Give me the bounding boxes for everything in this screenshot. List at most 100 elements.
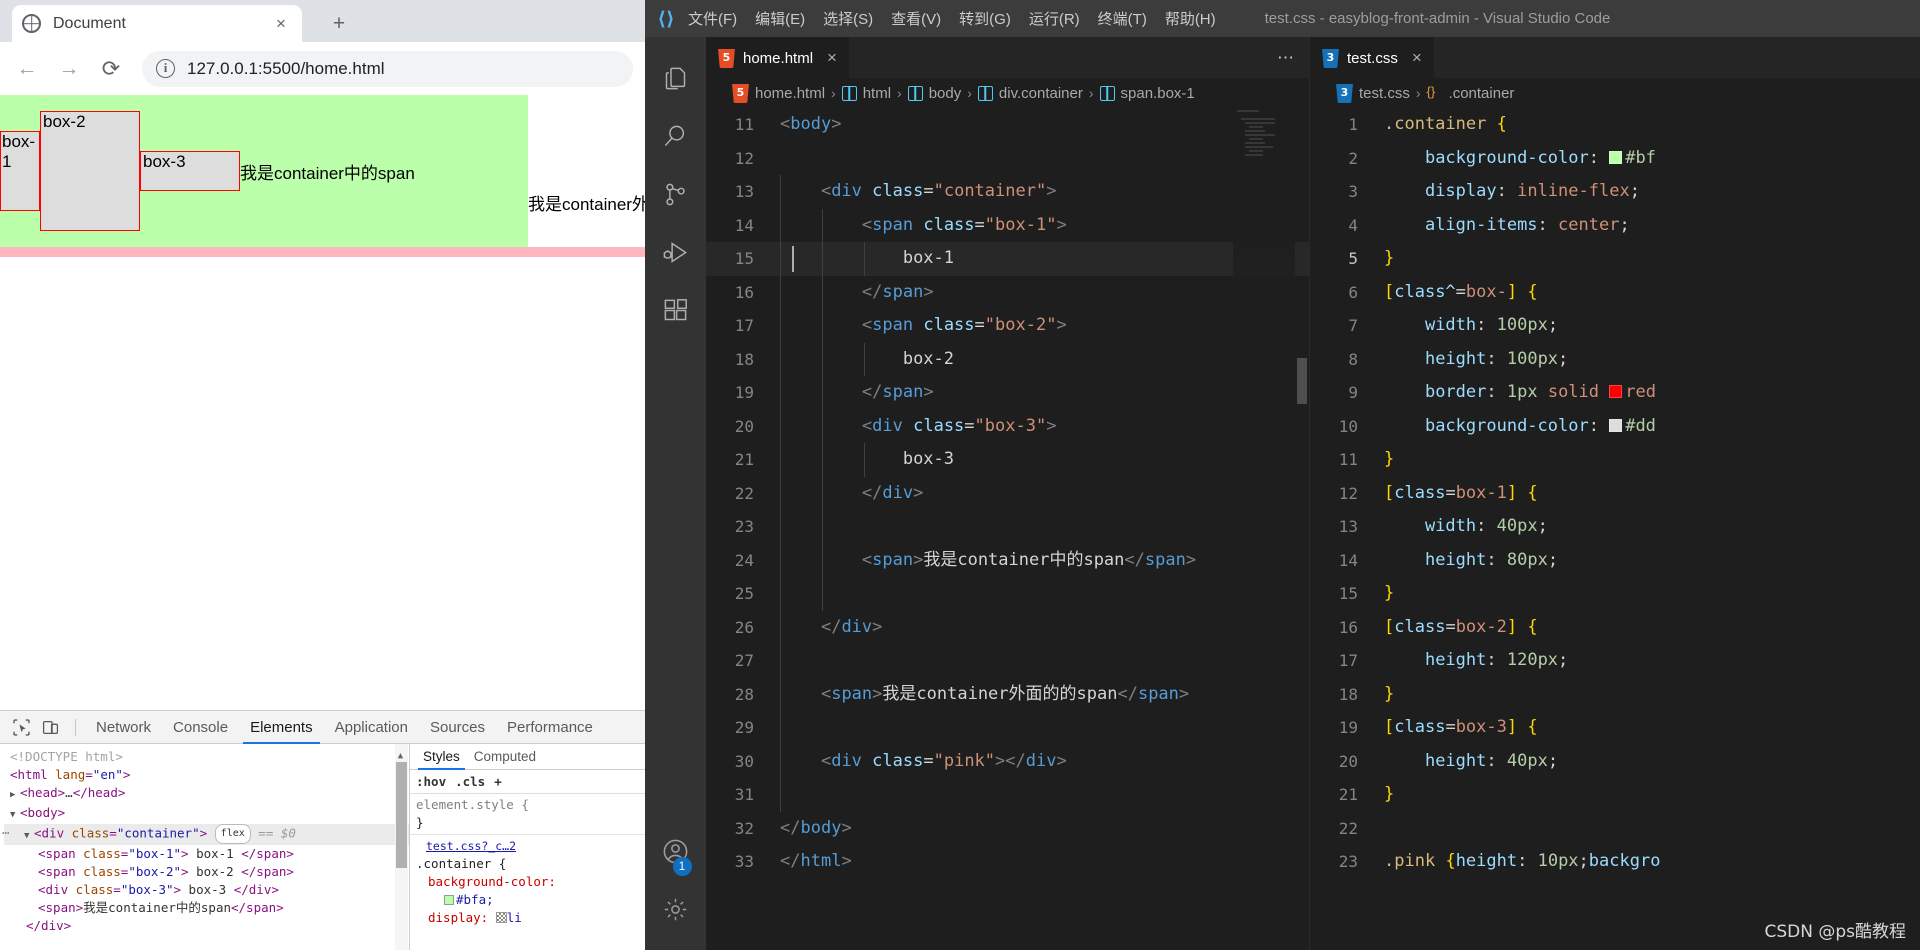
code-line[interactable]: 11 <body> — [706, 108, 1309, 142]
devtools-tab-application[interactable]: Application — [324, 711, 419, 744]
flex-badge[interactable]: flex — [214, 824, 251, 844]
code-line[interactable]: 16 </span> — [706, 275, 1309, 309]
devtools-tab-network[interactable]: Network — [85, 711, 162, 744]
code-line[interactable]: 28 <span>我是container外面的的span</span> — [706, 677, 1309, 711]
breadcrumb-item-file[interactable]: test.css — [1359, 85, 1410, 102]
breadcrumb-item-div-container[interactable]: div.container — [999, 85, 1083, 102]
html-code-area[interactable]: 11 <body> 12 13 <div class="container"> 14 <… — [706, 108, 1309, 950]
dom-node-box3[interactable]: <div class="box-3"> box-3 </div> — [4, 881, 409, 899]
menu-run[interactable]: 运行(R) — [1020, 8, 1089, 29]
code-line[interactable]: 17 height: 120px; — [1310, 644, 1920, 678]
display-toggle-icon[interactable] — [495, 912, 507, 923]
code-line[interactable]: 11} — [1310, 443, 1920, 477]
code-line[interactable]: 30 <div class="pink"></div> — [706, 744, 1309, 778]
code-line[interactable]: 31 — [706, 778, 1309, 812]
dom-node-container-close[interactable]: </div> — [4, 917, 409, 935]
color-swatch-icon[interactable] — [1609, 150, 1623, 164]
code-line[interactable]: 1 .container { — [1310, 108, 1920, 142]
reload-icon[interactable]: ⟳ — [94, 52, 128, 86]
code-line[interactable]: 6 [class^=box-] { — [1310, 276, 1920, 310]
code-line[interactable]: 7 width: 100px; — [1310, 309, 1920, 343]
code-line[interactable]: 18} — [1310, 678, 1920, 712]
menu-selection[interactable]: 选择(S) — [814, 8, 882, 29]
code-line[interactable]: 2 background-color: #bf — [1310, 142, 1920, 176]
dom-node-html[interactable]: <html lang="en"> — [4, 766, 409, 784]
menu-go[interactable]: 转到(G) — [950, 8, 1020, 29]
dom-node-body[interactable]: ▼ <body> — [4, 804, 409, 824]
code-line[interactable]: 23 — [706, 510, 1309, 544]
code-line[interactable]: 29 — [706, 711, 1309, 745]
breadcrumb-item-span-box1[interactable]: span.box-1 — [1121, 85, 1195, 102]
menu-help[interactable]: 帮助(H) — [1156, 8, 1225, 29]
dom-node-box1[interactable]: <span class="box-1"> box-1 </span> — [4, 845, 409, 863]
code-line[interactable]: 5} — [1310, 242, 1920, 276]
code-line[interactable]: 13 width: 40px; — [1310, 510, 1920, 544]
code-line[interactable]: 10 background-color: #dd — [1310, 410, 1920, 444]
dom-node-box2[interactable]: <span class="box-2"> box-2 </span> — [4, 863, 409, 881]
code-line[interactable]: 24 <span>我是container中的span</span> — [706, 543, 1309, 577]
style-decl-background-color-value[interactable]: #bfa; — [416, 891, 645, 909]
code-line[interactable]: 32 </body> — [706, 812, 1309, 846]
code-line[interactable]: 4 align-items: center; — [1310, 209, 1920, 243]
address-bar[interactable]: i 127.0.0.1:5500/home.html — [142, 50, 633, 87]
dom-scrollbar[interactable]: ▲ — [395, 744, 408, 950]
code-line[interactable]: 15} — [1310, 577, 1920, 611]
code-line[interactable]: 3 display: inline-flex; — [1310, 175, 1920, 209]
style-decl-display[interactable]: display: li — [416, 909, 645, 927]
add-rule-button[interactable]: + — [494, 774, 502, 789]
editor-tab-test-css[interactable]: 3 test.css × — [1310, 37, 1434, 78]
new-tab-button[interactable]: + — [325, 10, 353, 38]
code-line[interactable]: 19 </span> — [706, 376, 1309, 410]
browser-tab[interactable]: Document × — [12, 5, 302, 42]
devtools-tab-elements[interactable]: Elements — [239, 711, 324, 744]
menu-view[interactable]: 查看(V) — [882, 8, 950, 29]
site-info-icon[interactable]: i — [156, 59, 175, 78]
close-icon[interactable]: × — [827, 48, 837, 68]
dom-tree-pane[interactable]: <!DOCTYPE html> <html lang="en"> ▶ <head>… — [0, 744, 409, 950]
code-line[interactable]: 27 — [706, 644, 1309, 678]
breadcrumb-item-html[interactable]: html — [863, 85, 891, 102]
devtools-tab-sources[interactable]: Sources — [419, 711, 496, 744]
style-rule-selector[interactable]: .container { — [416, 855, 645, 873]
run-debug-icon[interactable] — [652, 223, 700, 281]
breadcrumb-item-file[interactable]: home.html — [755, 85, 825, 102]
breadcrumb-item-body[interactable]: body — [929, 85, 962, 102]
code-line[interactable]: 12 [class=box-1] { — [1310, 477, 1920, 511]
code-line[interactable]: 8 height: 100px; — [1310, 343, 1920, 377]
search-icon[interactable] — [652, 107, 700, 165]
html-minimap[interactable] — [1233, 108, 1295, 950]
menu-file[interactable]: 文件(F) — [679, 8, 746, 29]
code-line[interactable]: 26 </div> — [706, 610, 1309, 644]
code-line[interactable]: 18 box-2 — [706, 342, 1309, 376]
color-swatch-icon[interactable] — [1609, 385, 1623, 398]
hov-button[interactable]: :hov — [416, 774, 446, 789]
back-icon[interactable]: ← — [10, 52, 44, 86]
inspect-cursor-icon[interactable] — [8, 714, 34, 740]
code-line[interactable]: 20 height: 40px; — [1310, 745, 1920, 779]
code-line[interactable]: 14 <span class="box-1"> — [706, 208, 1309, 242]
extensions-icon[interactable] — [652, 281, 700, 339]
styles-tab-styles[interactable]: Styles — [416, 744, 467, 770]
code-line[interactable]: 9 border: 1px solid red — [1310, 376, 1920, 410]
menu-terminal[interactable]: 终端(T) — [1089, 8, 1156, 29]
dom-node-container[interactable]: ⋯ ▼ <div class="container"> flex == $0 — [2, 824, 409, 845]
code-line[interactable]: 16 [class=box-2] { — [1310, 611, 1920, 645]
code-line[interactable]: 15 box-1 — [706, 242, 1309, 276]
devtools-tab-console[interactable]: Console — [162, 711, 239, 744]
cls-button[interactable]: .cls — [455, 774, 485, 789]
dom-more-icon[interactable]: ⋯ — [2, 824, 11, 842]
code-line[interactable]: 12 — [706, 142, 1309, 176]
device-toolbar-icon[interactable] — [37, 714, 63, 740]
code-line[interactable]: 22 — [1310, 812, 1920, 846]
css-code-area[interactable]: 1 .container {2 background-color: #bf 3 di… — [1310, 108, 1920, 950]
code-line[interactable]: 23 .pink {height: 10px;backgro — [1310, 845, 1920, 879]
close-icon[interactable]: × — [270, 13, 292, 35]
source-control-icon[interactable] — [652, 165, 700, 223]
forward-icon[interactable]: → — [52, 52, 86, 86]
code-line[interactable]: 20 <div class="box-3"> — [706, 409, 1309, 443]
color-swatch-icon[interactable] — [1609, 418, 1623, 432]
dom-node-head[interactable]: ▶ <head>…</head> — [4, 784, 409, 804]
code-line[interactable]: 22 </div> — [706, 476, 1309, 510]
code-line[interactable]: 19 [class=box-3] { — [1310, 711, 1920, 745]
code-line[interactable]: 33 </html> — [706, 845, 1309, 879]
